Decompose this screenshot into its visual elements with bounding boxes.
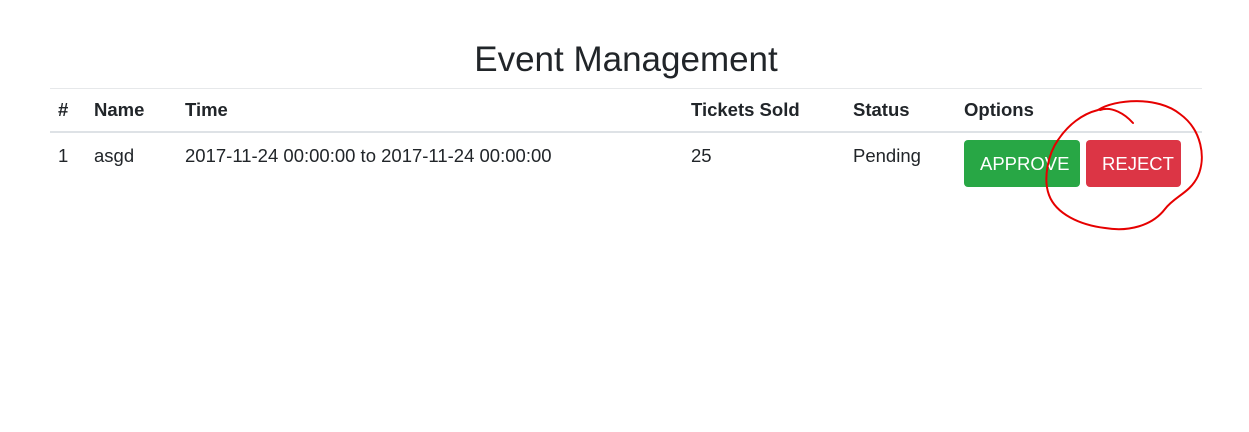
approve-button[interactable]: APPROVE bbox=[964, 140, 1080, 187]
cell-options: APPROVE REJECT bbox=[956, 132, 1202, 188]
cell-name: asgd bbox=[94, 145, 135, 166]
table-header-row: # Name Time Tickets Sold Status Options bbox=[50, 89, 1202, 133]
header-options: Options bbox=[956, 89, 1202, 133]
cell-time: 2017-11-24 00:00:00 to 2017-11-24 00:00:… bbox=[185, 145, 552, 166]
cell-num: 1 bbox=[58, 145, 69, 166]
header-time: Time bbox=[177, 89, 683, 133]
reject-button[interactable]: REJECT bbox=[1086, 140, 1181, 187]
header-num: # bbox=[50, 89, 86, 133]
cell-tickets-sold: 25 bbox=[691, 145, 712, 166]
table-row: 1 asgd 2017-11-24 00:00:00 to 2017-11-24… bbox=[50, 132, 1202, 188]
page-title: Event Management bbox=[474, 40, 778, 79]
header-status: Status bbox=[845, 89, 956, 133]
header-tickets-sold: Tickets Sold bbox=[683, 89, 845, 133]
events-table: # Name Time Tickets Sold Status Options … bbox=[50, 89, 1202, 188]
cell-status: Pending bbox=[853, 145, 921, 166]
header-name: Name bbox=[86, 89, 177, 133]
